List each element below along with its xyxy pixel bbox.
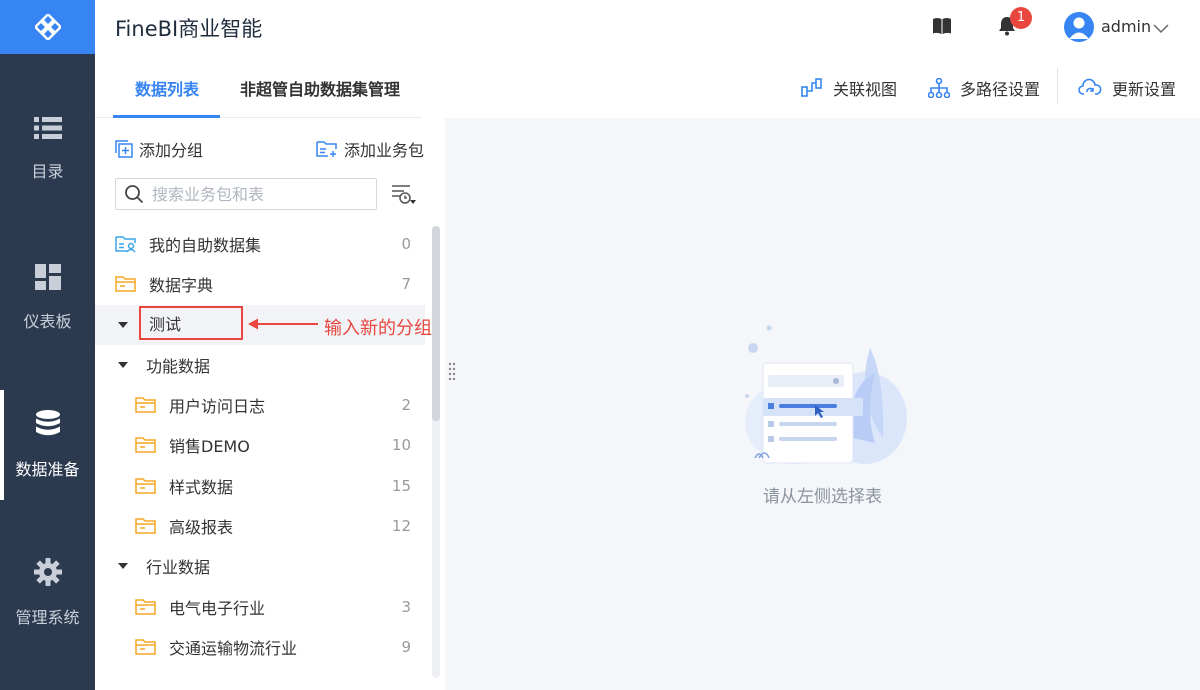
logo-icon: [34, 14, 61, 40]
hierarchy-icon: [928, 78, 950, 98]
list-icon: [33, 116, 62, 144]
nav-item-data-prep[interactable]: 数据准备: [0, 390, 95, 500]
item-count: 3: [401, 598, 411, 616]
app-title: FineBI商业智能: [115, 17, 263, 41]
item-label: 数据字典: [149, 276, 214, 295]
item-label: 电气电子行业: [169, 599, 266, 618]
relation-view-button[interactable]: 关联视图: [801, 76, 897, 100]
add-package-button[interactable]: 添加业务包: [316, 137, 424, 161]
item-count: 12: [391, 517, 411, 535]
list-item[interactable]: 销售DEMO 10: [95, 425, 425, 465]
annotation-text: 输入新的分组: [324, 318, 432, 339]
group-row[interactable]: 行业数据: [95, 546, 425, 586]
nav-label: 管理系统: [15, 608, 80, 627]
group-name-value: 测试: [149, 315, 182, 334]
list-item[interactable]: 用户访问日志 2: [95, 385, 425, 425]
app-logo[interactable]: [0, 0, 95, 54]
item-count: 2: [401, 396, 411, 414]
item-count: 10: [391, 436, 411, 454]
list-item[interactable]: 交通运输物流行业 9: [95, 627, 425, 667]
add-package-label: 添加业务包: [344, 141, 425, 160]
list-item[interactable]: 高级报表 12: [95, 506, 425, 546]
item-count: 9: [401, 638, 411, 656]
toolbar-divider: [1057, 68, 1058, 104]
folder-icon: [135, 638, 157, 656]
help-book-icon[interactable]: [932, 17, 952, 39]
relation-view-icon: [801, 78, 823, 98]
username[interactable]: admin: [1101, 17, 1151, 36]
item-count: 0: [401, 235, 411, 253]
cloud-refresh-icon: [1078, 78, 1102, 98]
group-label: 功能数据: [146, 357, 211, 376]
folder-icon: [135, 598, 157, 616]
tab-data-list[interactable]: 数据列表: [135, 76, 199, 100]
top-header: FineBI商业智能 1 admin: [95, 0, 1200, 54]
filter-sort-icon[interactable]: [391, 184, 417, 210]
resize-handle-icon[interactable]: [448, 362, 456, 384]
left-nav: 目录 仪表板 数据准备 管理系统: [0, 0, 95, 690]
nav-item-catalog[interactable]: 目录: [0, 94, 95, 204]
item-label: 用户访问日志: [169, 397, 266, 416]
item-label: 交通运输物流行业: [169, 639, 298, 658]
data-list-panel: 添加分组 添加业务包 我的自助数据集 0 数据字典 7: [95, 118, 445, 690]
list-item[interactable]: 数据字典 7: [95, 264, 425, 304]
list-item[interactable]: 我的自助数据集 0: [95, 224, 425, 264]
self-dataset-folder-icon: [115, 235, 137, 253]
group-name-input[interactable]: 测试: [139, 306, 243, 340]
folder-icon: [135, 396, 157, 414]
nav-item-admin[interactable]: 管理系统: [0, 538, 95, 648]
nav-label: 仪表板: [23, 312, 72, 331]
avatar[interactable]: [1064, 12, 1094, 42]
item-count: 7: [401, 275, 411, 293]
update-settings-button[interactable]: 更新设置: [1078, 76, 1176, 100]
list-item[interactable]: 电气电子行业 3: [95, 587, 425, 627]
caret-down-icon[interactable]: [118, 361, 128, 369]
group-label: 行业数据: [146, 558, 211, 577]
chevron-down-icon[interactable]: [1153, 19, 1169, 38]
gear-icon: [33, 558, 62, 590]
scrollbar-thumb[interactable]: [432, 226, 440, 421]
user-icon: [1069, 17, 1089, 39]
search-icon: [124, 184, 144, 204]
tab-self-dataset-management[interactable]: 非超管自助数据集管理: [240, 76, 400, 100]
folder-icon: [135, 477, 157, 495]
item-label: 高级报表: [169, 518, 234, 537]
search-box[interactable]: [115, 178, 377, 210]
content-area: 请从左侧选择表: [445, 118, 1200, 690]
multipath-settings-button[interactable]: 多路径设置: [928, 76, 1040, 100]
group-row[interactable]: 功能数据: [95, 345, 425, 385]
empty-state-illustration: [735, 318, 915, 472]
nav-label: 数据准备: [15, 460, 80, 479]
relation-view-label: 关联视图: [833, 80, 898, 99]
folder-icon: [135, 517, 157, 535]
add-group-button[interactable]: 添加分组: [115, 137, 203, 161]
nav-item-dashboard[interactable]: 仪表板: [0, 243, 95, 353]
multipath-settings-label: 多路径设置: [960, 80, 1041, 99]
caret-down-icon[interactable]: [118, 562, 128, 570]
notification-badge: 1: [1010, 7, 1032, 29]
item-label: 销售DEMO: [169, 437, 250, 456]
dashboard-icon: [34, 264, 61, 294]
folder-icon: [115, 275, 137, 293]
empty-state-message: 请从左侧选择表: [763, 487, 882, 507]
tab-bar: 数据列表 非超管自助数据集管理 关联视图 多路径设置 更新设置: [95, 54, 1200, 118]
update-settings-label: 更新设置: [1112, 80, 1177, 99]
add-package-icon: [316, 140, 338, 158]
add-group-icon: [115, 140, 133, 158]
folder-icon: [135, 436, 157, 454]
nav-label: 目录: [31, 162, 64, 181]
annotation-arrow-icon: [248, 316, 320, 335]
item-count: 15: [391, 477, 411, 495]
add-group-label: 添加分组: [139, 141, 204, 160]
item-label: 样式数据: [169, 478, 234, 497]
list-item[interactable]: 样式数据 15: [95, 466, 425, 506]
database-icon: [35, 410, 61, 442]
search-input[interactable]: [152, 184, 352, 204]
item-label: 我的自助数据集: [149, 236, 262, 255]
caret-down-icon[interactable]: [118, 321, 128, 329]
